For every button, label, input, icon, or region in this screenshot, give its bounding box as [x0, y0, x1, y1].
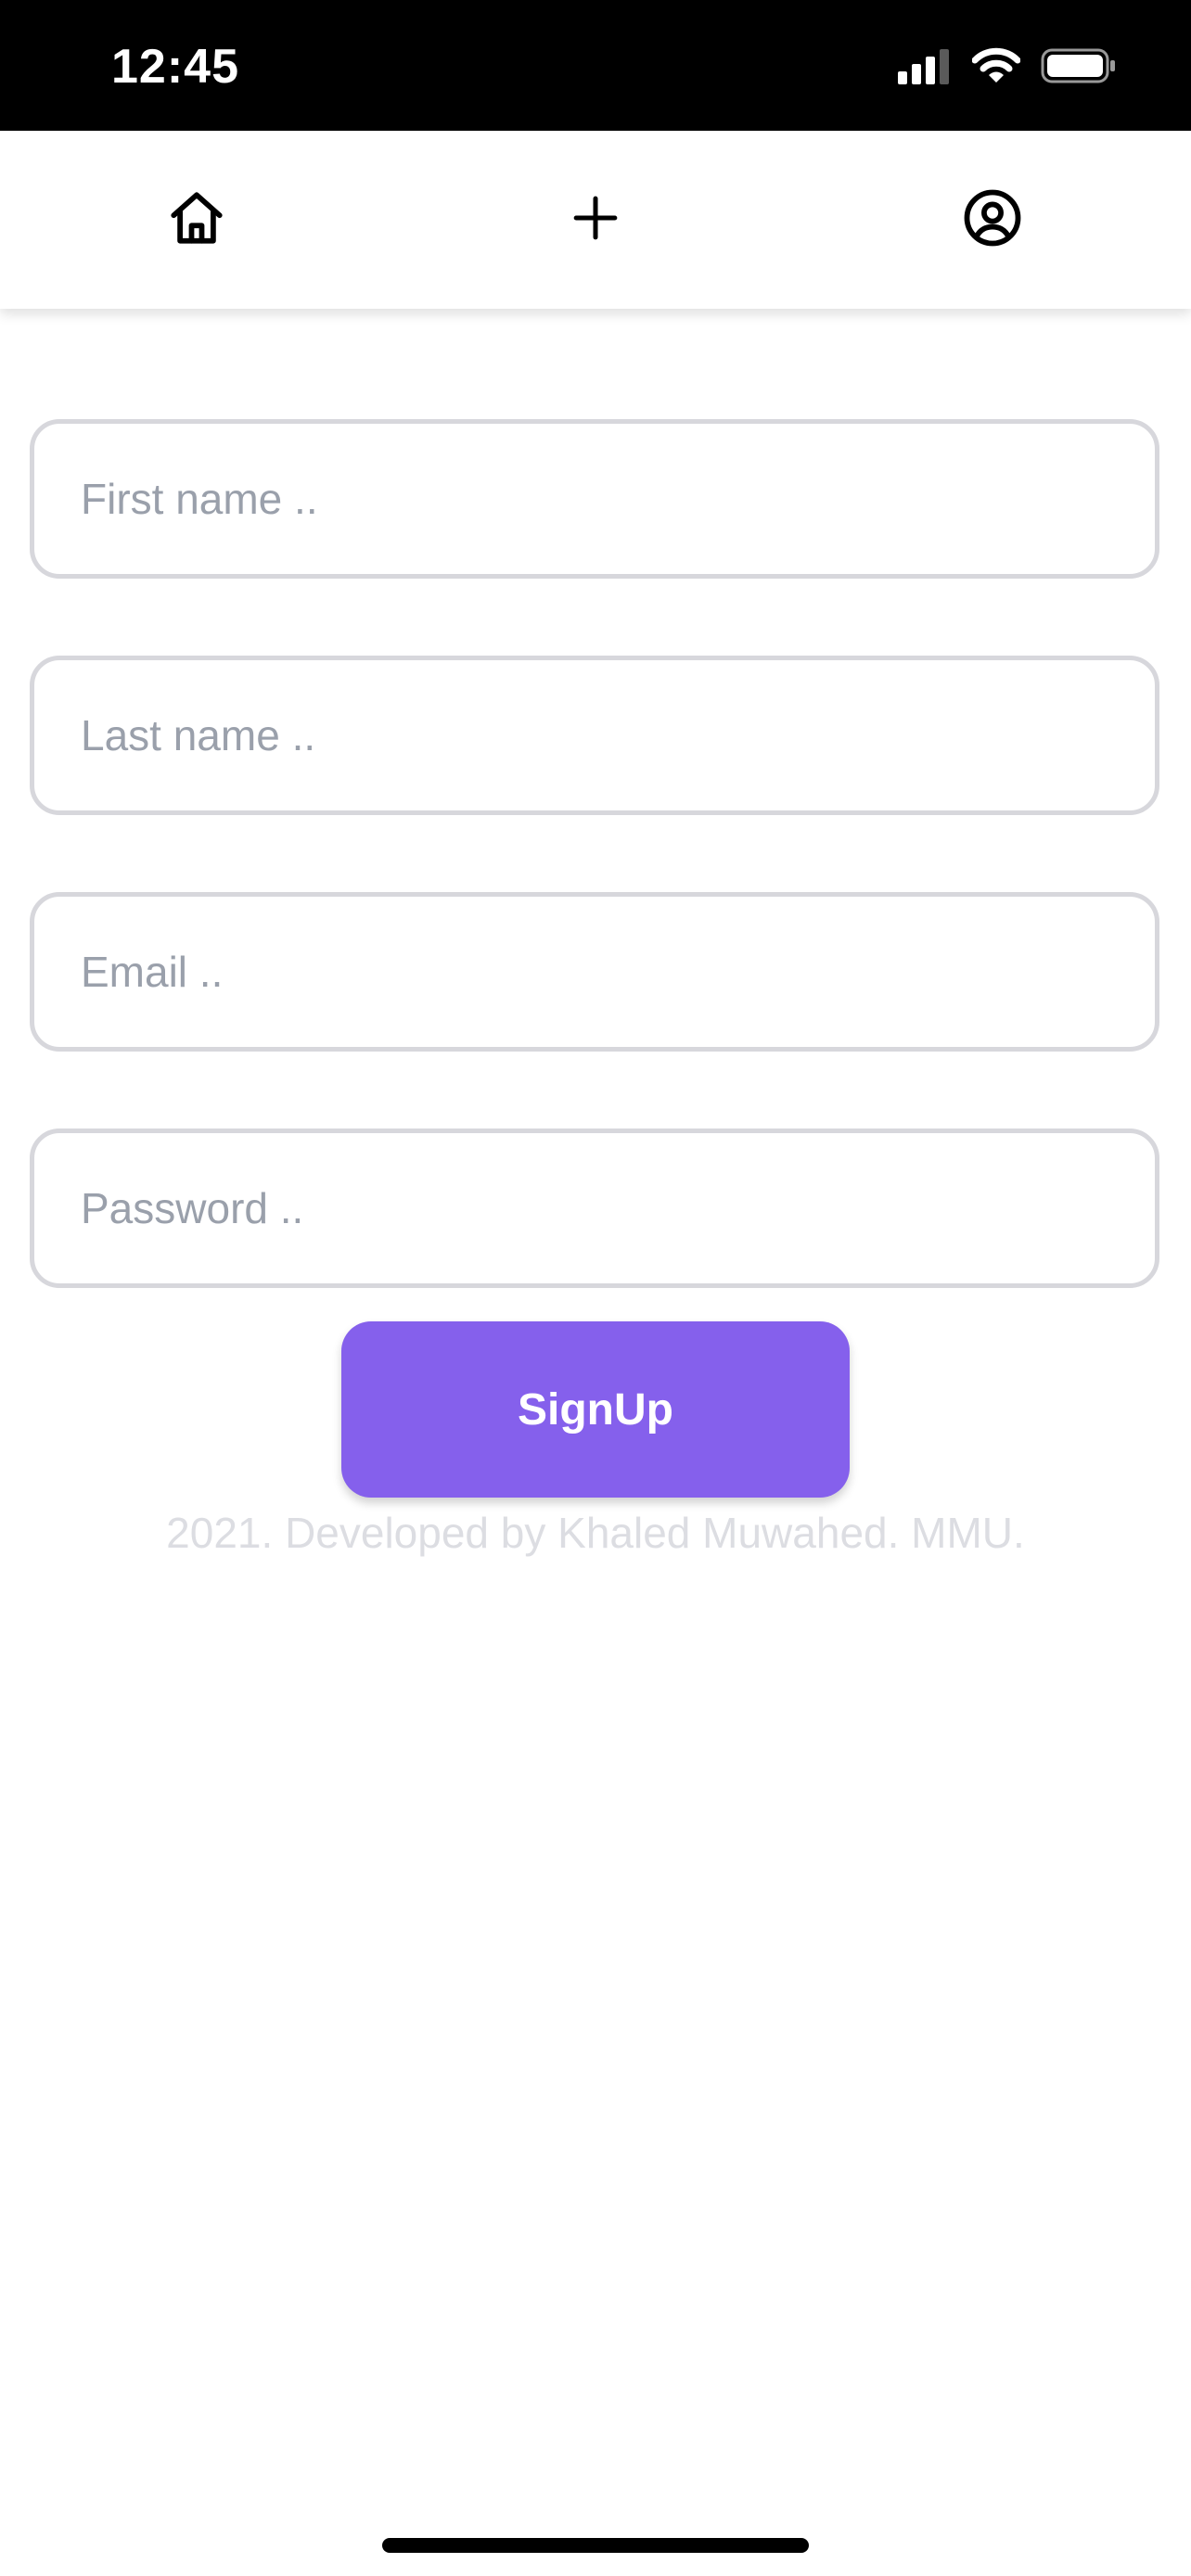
top-nav-bar — [0, 131, 1191, 309]
home-nav-button[interactable] — [150, 173, 243, 266]
last-name-field — [30, 656, 1159, 815]
first-name-input[interactable] — [34, 424, 1155, 574]
last-name-input[interactable] — [34, 660, 1155, 810]
password-input[interactable] — [34, 1133, 1155, 1283]
wifi-icon — [971, 47, 1021, 89]
status-bar: 12:45 — [0, 0, 1191, 131]
battery-icon — [1041, 47, 1117, 89]
cellular-signal-icon — [898, 47, 952, 89]
email-input[interactable] — [34, 897, 1155, 1047]
signup-button[interactable]: SignUp — [341, 1321, 850, 1498]
add-nav-button[interactable] — [549, 173, 642, 266]
profile-nav-button[interactable] — [946, 173, 1039, 266]
status-time: 12:45 — [111, 40, 239, 94]
home-indicator[interactable] — [382, 2538, 809, 2553]
password-field — [30, 1129, 1159, 1288]
status-icons — [898, 45, 1117, 91]
plus-icon — [572, 195, 619, 246]
email-field — [30, 892, 1159, 1052]
first-name-field — [30, 419, 1159, 579]
home-icon — [166, 187, 227, 253]
user-circle-icon — [962, 187, 1023, 253]
footer-credit: 2021. Developed by Khaled Muwahed. MMU. — [166, 1509, 1025, 1557]
